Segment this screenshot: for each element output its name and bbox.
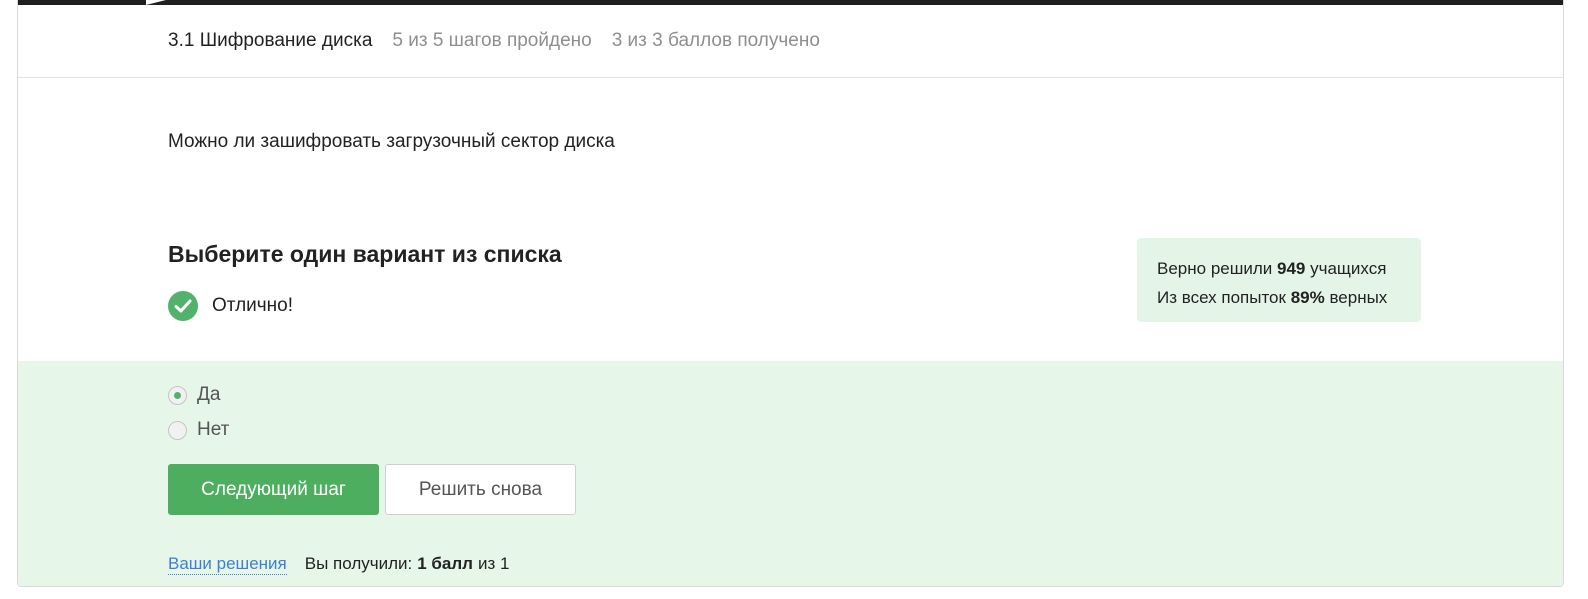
check-circle-icon	[168, 291, 198, 321]
stats-solved-prefix: Верно решили	[1157, 259, 1273, 278]
option-net[interactable]: Нет	[168, 419, 229, 441]
stats-attempts-suffix: верных	[1329, 288, 1388, 307]
option-label: Да	[197, 384, 221, 405]
score-progress: 3 из 3 баллов получено	[611, 30, 820, 51]
stats-solved-count: 949	[1277, 259, 1306, 278]
stats-solved-line: Верно решили 949 учащихся	[1157, 254, 1401, 283]
step-frame: 3.1 Шифрование диска 5 из 5 шагов пройде…	[17, 0, 1564, 587]
stats-box: Верно решили 949 учащихся Из всех попыто…	[1137, 238, 1421, 322]
radio-selected[interactable]	[168, 385, 187, 405]
instruction-heading: Выберите один вариант из списка	[168, 241, 562, 267]
question-text: Можно ли зашифровать загрузочный сектор …	[168, 131, 615, 152]
result-status: Отлично!	[168, 291, 293, 321]
footer-row: Ваши решения Вы получили: 1 балл из 1	[168, 554, 509, 575]
radio-unselected[interactable]	[168, 420, 187, 440]
received-prefix: Вы получили:	[304, 554, 413, 573]
your-solutions-link[interactable]: Ваши решения	[168, 554, 287, 575]
steps-progress: 5 из 5 шагов пройдено	[392, 30, 592, 51]
stats-attempts-prefix: Из всех попыток	[1157, 288, 1286, 307]
stats-correct-percent: 89%	[1290, 288, 1325, 307]
received-points: 1 балл	[417, 554, 473, 573]
retry-button[interactable]: Решить снова	[385, 464, 576, 515]
next-step-button[interactable]: Следующий шаг	[168, 464, 379, 515]
lesson-header: 3.1 Шифрование диска 5 из 5 шагов пройде…	[18, 5, 1563, 78]
stats-attempts-line: Из всех попыток 89% верных	[1157, 283, 1401, 312]
stats-solved-suffix: учащихся	[1310, 259, 1387, 278]
received-suffix: из 1	[477, 554, 510, 573]
lesson-title[interactable]: 3.1 Шифрование диска	[168, 30, 372, 52]
option-da[interactable]: Да	[168, 384, 220, 406]
option-label: Нет	[197, 419, 230, 440]
result-text: Отлично!	[212, 295, 294, 316]
answer-area: Да Нет Следующий шаг Решить снова Ваши р…	[18, 361, 1563, 586]
